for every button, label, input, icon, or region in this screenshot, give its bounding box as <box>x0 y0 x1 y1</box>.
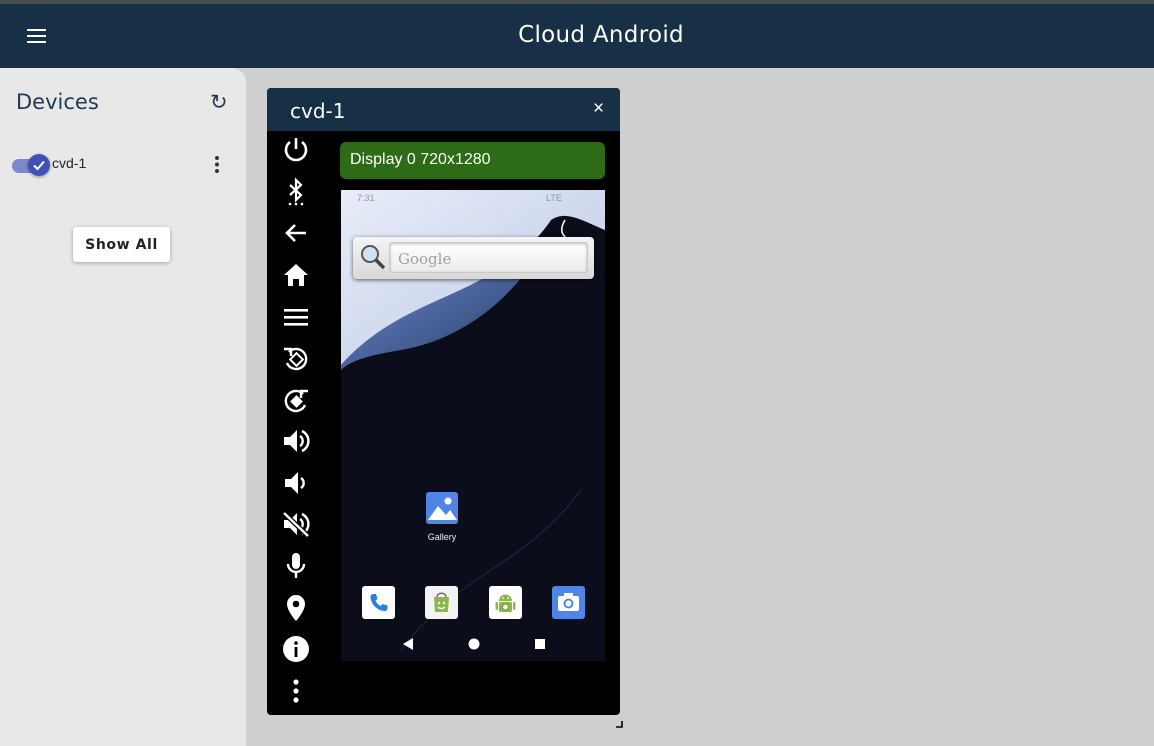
device-toggle[interactable] <box>12 154 50 176</box>
rotate-right-icon[interactable] <box>281 386 311 416</box>
close-icon[interactable]: × <box>593 98 604 120</box>
app-bar: Cloud Android <box>0 4 1154 68</box>
device-window-header[interactable]: cvd-1 × <box>267 88 620 131</box>
device-controls-toolbar <box>267 131 325 715</box>
rotate-left-icon[interactable] <box>281 344 311 374</box>
back-icon[interactable] <box>281 218 311 248</box>
devices-sidebar: Devices ↻ cvd-1 Show All <box>0 68 246 746</box>
device-window: cvd-1 × Display 0 720x1280 7:31 LTE Goog… <box>267 88 620 715</box>
more-vert-icon[interactable] <box>281 676 311 706</box>
volume-mute-icon[interactable] <box>281 509 311 539</box>
app-title: Cloud Android <box>518 22 684 48</box>
device-list-item: cvd-1 <box>10 152 238 180</box>
android-icon[interactable] <box>489 586 522 619</box>
search-placeholder: Google <box>398 250 452 268</box>
device-window-title: cvd-1 <box>290 99 346 123</box>
devices-heading: Devices <box>16 90 99 114</box>
device-more-icon[interactable] <box>206 152 228 178</box>
status-network: LTE <box>546 193 562 203</box>
device-screen[interactable]: 7:31 LTE Google Gallery <box>341 190 605 661</box>
info-icon[interactable] <box>281 634 311 664</box>
gallery-icon <box>426 492 458 524</box>
power-icon[interactable] <box>281 134 311 164</box>
home-icon[interactable] <box>281 260 311 290</box>
display-label: Display 0 720x1280 <box>340 142 605 179</box>
show-all-button[interactable]: Show All <box>73 227 170 262</box>
location-icon[interactable] <box>281 593 311 623</box>
volume-down-icon[interactable] <box>281 468 311 498</box>
store-icon[interactable] <box>425 586 458 619</box>
google-search-widget[interactable]: Google <box>353 237 594 279</box>
nav-home-icon[interactable] <box>463 633 485 655</box>
bluetooth-icon[interactable] <box>281 176 311 206</box>
refresh-icon[interactable]: ↻ <box>210 90 228 115</box>
nav-back-icon[interactable] <box>397 633 419 655</box>
device-name: cvd-1 <box>52 155 87 171</box>
search-input[interactable]: Google <box>389 242 588 273</box>
gallery-app[interactable]: Gallery <box>424 490 460 546</box>
phone-icon[interactable] <box>362 586 395 619</box>
resize-handle-icon[interactable] <box>615 716 624 728</box>
camera-icon[interactable] <box>552 586 585 619</box>
volume-up-icon[interactable] <box>281 426 311 456</box>
checkmark-icon <box>28 154 50 176</box>
magnifier-icon <box>359 243 387 271</box>
menu-icon[interactable] <box>281 302 311 332</box>
gallery-label: Gallery <box>427 532 457 542</box>
nav-recents-icon[interactable] <box>529 633 551 655</box>
status-time: 7:31 <box>357 193 375 203</box>
microphone-icon[interactable] <box>281 551 311 581</box>
